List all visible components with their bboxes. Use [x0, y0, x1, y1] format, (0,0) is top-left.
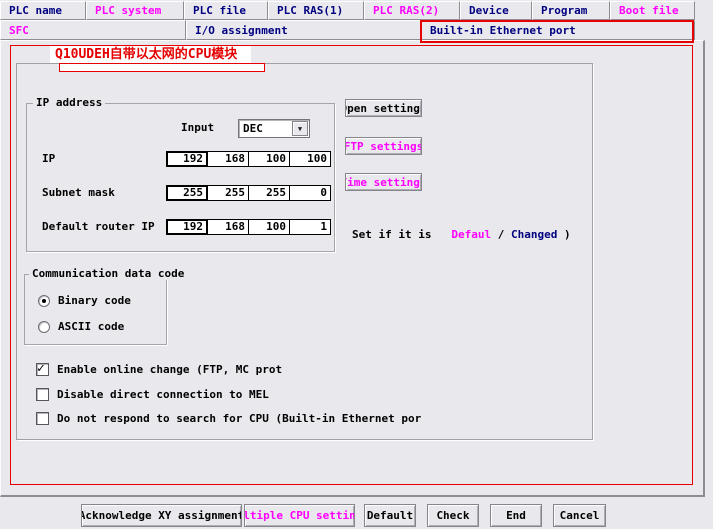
ip-octet-1[interactable]: 192 [166, 151, 208, 167]
tab-program[interactable]: Program [532, 1, 610, 20]
binary-code-label: Binary code [58, 295, 131, 307]
annotation-underline-box [59, 63, 265, 72]
router-octet-2[interactable]: 168 [207, 219, 249, 235]
default-router-fields: 192 168 100 1 [166, 219, 331, 235]
subnet-octet-1[interactable]: 255 [166, 185, 208, 201]
enable-online-change-label: Enable online change (FTP, MC prot [57, 363, 282, 376]
annotation-title: Q10UDEH自带以太网的CPU模块 [50, 46, 251, 63]
ip-label: IP [42, 152, 55, 166]
comm-data-code-group-title: Communication data code [29, 268, 187, 280]
tab-sfc[interactable]: SFC [0, 20, 186, 40]
input-format-value: DEC [243, 122, 263, 136]
check-button[interactable]: Check [427, 504, 479, 527]
checkmark-icon: ✓ [37, 361, 45, 376]
tab-plc-ras2[interactable]: PLC RAS(2) [364, 1, 460, 20]
tab-plc-name[interactable]: PLC name [0, 1, 86, 20]
ip-octet-3[interactable]: 100 [248, 151, 290, 167]
cancel-button[interactable]: Cancel [553, 504, 606, 527]
router-octet-3[interactable]: 100 [248, 219, 290, 235]
enable-online-change-checkbox[interactable]: ✓ [36, 363, 49, 376]
end-button[interactable]: End [490, 504, 542, 527]
ip-address-group-title: IP address [33, 97, 105, 109]
time-settings-button[interactable]: Time settings [345, 173, 422, 191]
disable-direct-connection-label: Disable direct connection to MEL [57, 388, 269, 401]
subnet-mask-label: Subnet mask [42, 186, 115, 200]
acknowledge-xy-assignment-button[interactable]: Acknowledge XY assignment [81, 504, 242, 527]
binary-code-radio[interactable] [38, 295, 50, 307]
legend-suffix: ) [564, 228, 571, 241]
open-settings-button[interactable]: Open settings [345, 99, 422, 117]
tab-plc-file[interactable]: PLC file [184, 1, 268, 20]
comm-data-code-groupbox [24, 274, 167, 345]
ip-octet-2[interactable]: 168 [207, 151, 249, 167]
legend-default: Defaul [451, 228, 491, 241]
tab-io-assignment[interactable]: I/O assignment [186, 20, 421, 40]
ascii-code-radio[interactable] [38, 321, 50, 333]
multiple-cpu-settings-button[interactable]: Multiple CPU settings [244, 504, 355, 527]
ip-address-fields: 192 168 100 100 [166, 151, 331, 167]
input-format-select[interactable]: DEC ▼ [238, 119, 310, 138]
legend-prefix: Set if it is [352, 228, 431, 241]
subnet-octet-4[interactable]: 0 [289, 185, 331, 201]
default-changed-legend: Set if it is Defaul / Changed ) [352, 228, 571, 242]
radio-dot-icon [42, 299, 46, 303]
ftp-settings-button[interactable]: FTP settings [345, 137, 422, 155]
default-button[interactable]: Default [364, 504, 416, 527]
tab-builtin-ethernet-port[interactable]: Built-in Ethernet port [421, 20, 695, 40]
router-octet-1[interactable]: 192 [166, 219, 208, 235]
input-format-label: Input [181, 121, 214, 135]
tab-plc-ras1[interactable]: PLC RAS(1) [268, 1, 364, 20]
tab-plc-system[interactable]: PLC system [86, 1, 184, 20]
tab-boot-file[interactable]: Boot file [610, 1, 695, 20]
ascii-code-label: ASCII code [58, 321, 124, 333]
legend-changed: Changed [511, 228, 557, 241]
disable-direct-connection-checkbox[interactable]: ✓ [36, 388, 49, 401]
chevron-down-icon[interactable]: ▼ [292, 121, 308, 136]
subnet-octet-3[interactable]: 255 [248, 185, 290, 201]
subnet-octet-2[interactable]: 255 [207, 185, 249, 201]
subnet-mask-fields: 255 255 255 0 [166, 185, 331, 201]
no-respond-search-checkbox[interactable]: ✓ [36, 412, 49, 425]
ip-octet-4[interactable]: 100 [289, 151, 331, 167]
plc-parameter-dialog: PLC name PLC system PLC file PLC RAS(1) … [0, 0, 713, 529]
tab-device[interactable]: Device [460, 1, 532, 20]
default-router-label: Default router IP [42, 220, 155, 234]
router-octet-4[interactable]: 1 [289, 219, 331, 235]
no-respond-search-label: Do not respond to search for CPU (Built-… [57, 412, 421, 425]
